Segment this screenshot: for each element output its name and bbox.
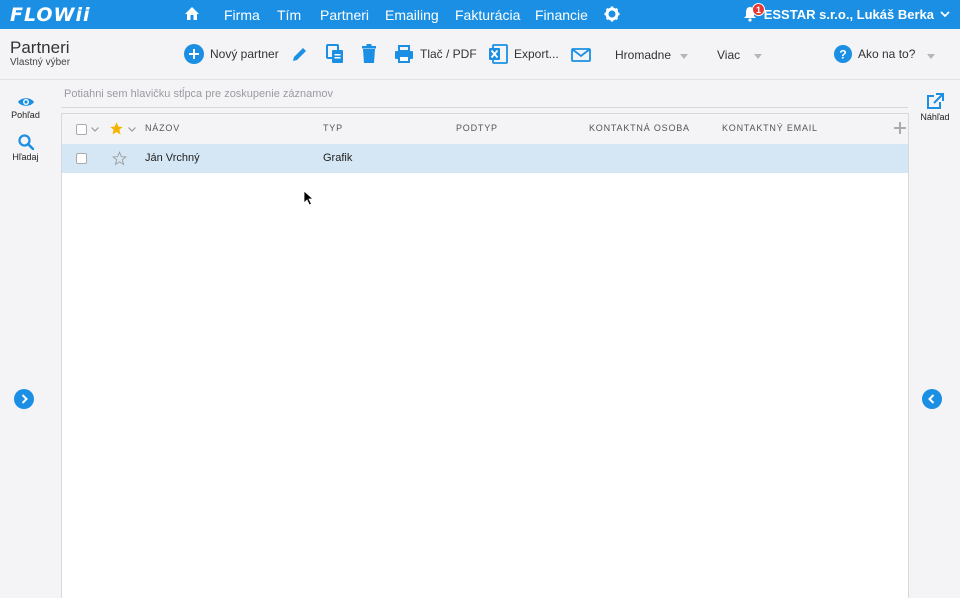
main-content: Potiahni sem hlavičku stĺpca pre zoskupe… [51, 80, 910, 598]
left-sidebar: Pohľad Hľadaj [0, 80, 51, 598]
right-sidebar: Náhľad [910, 80, 960, 598]
printer-icon [395, 45, 413, 63]
more-dropdown[interactable]: Viac [717, 48, 740, 62]
toolbar: Partneri Vlastný výber Nový partner Tlač… [0, 29, 960, 80]
envelope-icon[interactable] [571, 48, 591, 62]
column-header-subtype[interactable]: PODTYP [456, 123, 498, 133]
bulk-dropdown[interactable]: Hromadne [615, 48, 671, 62]
select-all-checkbox[interactable] [76, 124, 87, 135]
home-icon[interactable] [184, 6, 200, 22]
svg-text:?: ? [839, 48, 846, 62]
page-title: Partneri [10, 38, 70, 57]
preview-button[interactable]: Náhľad [910, 93, 960, 122]
print-pdf-label: Tlač / PDF [420, 47, 477, 61]
app-logo[interactable]: FLOWii [10, 4, 91, 26]
column-header-contact-person[interactable]: KONTAKTNÁ OSOBA [589, 123, 690, 133]
grid-header: NÁZOV TYP PODTYP KONTAKTNÁ OSOBA KONTAKT… [62, 114, 908, 144]
help-label: Ako na to? [858, 47, 916, 61]
row-checkbox[interactable] [76, 153, 87, 164]
more-label: Viac [717, 48, 741, 62]
pencil-icon[interactable] [291, 45, 309, 63]
chevron-down-icon[interactable] [128, 127, 136, 132]
chevron-down-icon[interactable] [680, 54, 688, 59]
cell-name[interactable]: Ján Vrchný [145, 152, 200, 164]
mouse-cursor-icon [303, 190, 315, 206]
nav-partneri[interactable]: Partneri [320, 7, 369, 23]
chevron-down-icon[interactable] [940, 9, 950, 19]
external-link-icon [927, 93, 944, 109]
print-pdf-button[interactable]: Tlač / PDF [394, 44, 477, 64]
star-filled-icon[interactable] [109, 121, 124, 136]
new-partner-label: Nový partner [210, 47, 279, 61]
trash-icon[interactable] [361, 44, 377, 64]
preview-label: Náhľad [920, 112, 950, 122]
chevron-down-icon[interactable] [754, 54, 762, 59]
nav-financie[interactable]: Financie [535, 7, 588, 23]
export-button[interactable]: Export... [488, 44, 559, 64]
chevron-left-icon [928, 394, 935, 404]
expand-left-panel-button[interactable] [14, 389, 34, 409]
nav-fakturacia[interactable]: Fakturácia [455, 7, 520, 23]
add-column-icon[interactable] [894, 122, 906, 134]
expand-right-panel-button[interactable] [922, 389, 942, 409]
view-button[interactable]: Pohľad [0, 96, 51, 120]
star-outline-icon[interactable] [112, 151, 127, 166]
nav-tim[interactable]: Tím [277, 7, 301, 23]
column-header-contact-email[interactable]: KONTAKTNÝ EMAIL [722, 123, 818, 133]
group-by-dropzone[interactable]: Potiahni sem hlavičku stĺpca pre zoskupe… [61, 84, 908, 108]
cell-type: Grafik [323, 152, 353, 164]
account-menu[interactable]: ESSTAR s.r.o., Lukáš Berka [764, 7, 934, 22]
excel-icon [489, 44, 508, 64]
table-row[interactable]: Ján Vrchný Grafik [62, 144, 908, 173]
nav-firma[interactable]: Firma [224, 7, 260, 23]
gear-icon[interactable] [604, 6, 620, 22]
search-label: Hľadaj [12, 152, 39, 162]
new-partner-button[interactable]: Nový partner [184, 44, 279, 64]
question-circle-icon: ? [834, 45, 852, 63]
eye-icon [17, 98, 34, 106]
page-subtitle: Vlastný výber [10, 57, 71, 68]
chevron-right-icon [21, 394, 28, 404]
search-button[interactable]: Hľadaj [0, 134, 51, 162]
column-header-name[interactable]: NÁZOV [145, 123, 180, 133]
nav-emailing[interactable]: Emailing [385, 7, 439, 23]
partners-grid: NÁZOV TYP PODTYP KONTAKTNÁ OSOBA KONTAKT… [61, 113, 909, 598]
plus-circle-icon [184, 44, 204, 64]
copy-icon[interactable] [326, 44, 344, 64]
chevron-down-icon[interactable] [91, 127, 99, 132]
help-button[interactable]: ? Ako na to? [834, 45, 915, 63]
chevron-down-icon[interactable] [927, 54, 935, 59]
view-label: Pohľad [11, 110, 40, 120]
top-navbar: FLOWii Firma Tím Partneri Emailing Faktu… [0, 0, 960, 29]
column-header-type[interactable]: TYP [323, 123, 343, 133]
search-icon [17, 134, 34, 150]
bulk-label: Hromadne [615, 48, 672, 62]
export-label: Export... [514, 47, 559, 61]
